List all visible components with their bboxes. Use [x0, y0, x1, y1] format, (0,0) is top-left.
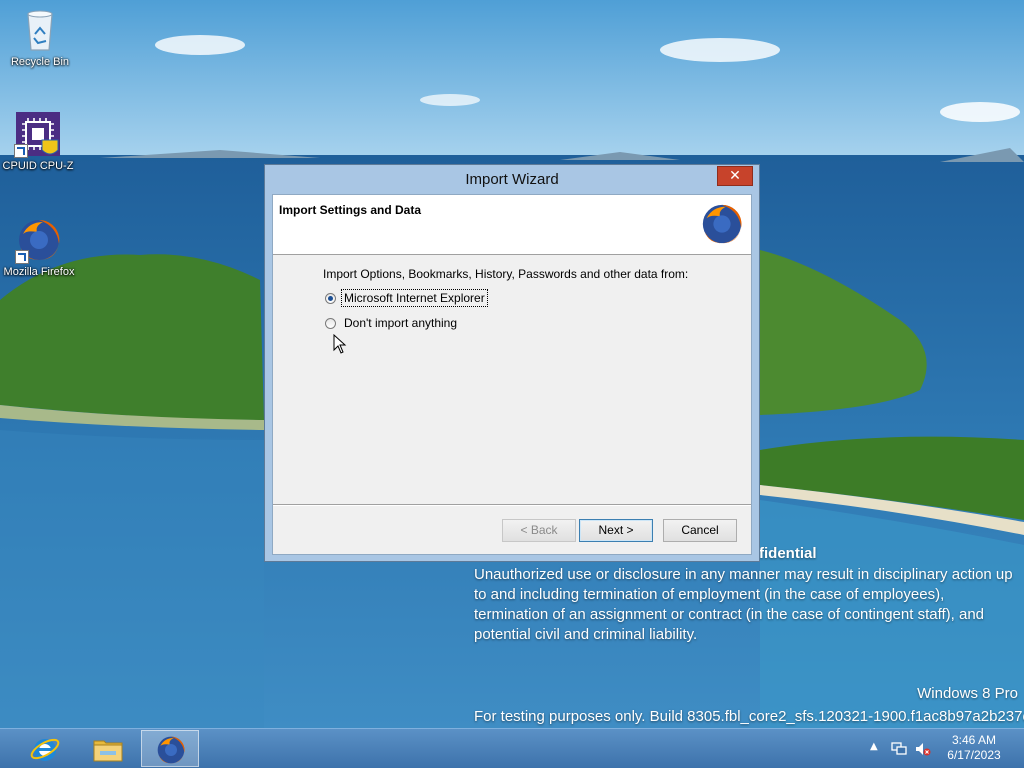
- option-internet-explorer[interactable]: Microsoft Internet Explorer: [325, 289, 488, 307]
- taskbar-internet-explorer[interactable]: [16, 730, 74, 767]
- option-label[interactable]: Don't import anything: [342, 315, 459, 331]
- network-icon[interactable]: [891, 741, 907, 755]
- wizard-header: Import Settings and Data: [273, 195, 751, 255]
- option-dont-import[interactable]: Don't import anything: [325, 315, 459, 331]
- mouse-cursor-icon: [333, 333, 347, 354]
- dialog-content: Import Settings and Data Import Options,…: [272, 194, 752, 555]
- show-hidden-icons-chevron-icon[interactable]: ▲: [870, 741, 878, 752]
- desktop-icon-label: Recycle Bin: [10, 56, 70, 68]
- desktop-icon-firefox[interactable]: Mozilla Firefox: [1, 216, 77, 279]
- desktop-icon-cpu-z[interactable]: CPUID CPU-Z: [0, 110, 76, 173]
- clock-time: 3:46 AM: [951, 733, 997, 747]
- watermark-legal-text: Unauthorized use or disclosure in any ma…: [474, 566, 1013, 643]
- cpu-z-icon: [14, 110, 62, 158]
- volume-muted-icon[interactable]: [915, 741, 931, 756]
- desktop-icon-label: Mozilla Firefox: [3, 266, 75, 278]
- import-wizard-dialog: Import Wizard ✕ Import Settings and Data…: [264, 164, 760, 562]
- dialog-titlebar[interactable]: Import Wizard ✕: [265, 165, 759, 194]
- taskbar-file-explorer[interactable]: [79, 730, 137, 767]
- clock-date: 6/17/2023: [947, 748, 1001, 762]
- build-string: For testing purposes only. Build 8305.fb…: [474, 708, 1024, 725]
- desktop-icon-recycle-bin[interactable]: Recycle Bin: [2, 6, 78, 69]
- recycle-bin-icon: [16, 6, 64, 54]
- firefox-logo-icon: [699, 201, 745, 247]
- file-explorer-icon: [93, 740, 123, 762]
- system-clock[interactable]: 3:46 AM 6/17/2023: [944, 733, 1004, 763]
- cancel-button[interactable]: Cancel: [663, 519, 737, 542]
- shortcut-arrow-icon: [14, 144, 28, 158]
- close-icon: ✕: [729, 168, 741, 184]
- internet-explorer-icon: [30, 738, 60, 761]
- import-source-prompt: Import Options, Bookmarks, History, Pass…: [323, 267, 689, 281]
- dialog-title: Import Wizard: [465, 171, 559, 188]
- taskbar-firefox[interactable]: [141, 730, 199, 767]
- back-button[interactable]: < Back: [502, 519, 576, 542]
- radio-button[interactable]: [325, 317, 336, 329]
- desktop-icon-label: CPUID CPU-Z: [2, 160, 74, 172]
- firefox-icon: [15, 216, 63, 264]
- shortcut-arrow-icon: [15, 250, 29, 264]
- button-separator: [273, 504, 751, 506]
- wizard-page-title: Import Settings and Data: [279, 203, 422, 217]
- next-button[interactable]: Next >: [579, 519, 653, 542]
- close-button[interactable]: ✕: [717, 166, 753, 186]
- radio-button-checked[interactable]: [325, 292, 336, 304]
- firefox-icon: [157, 736, 185, 764]
- option-label[interactable]: Microsoft Internet Explorer: [341, 289, 488, 307]
- windows-edition-label: Windows 8 Pro: [917, 685, 1018, 702]
- taskbar: ▲ 3:46 AM 6/17/2023: [0, 728, 1024, 768]
